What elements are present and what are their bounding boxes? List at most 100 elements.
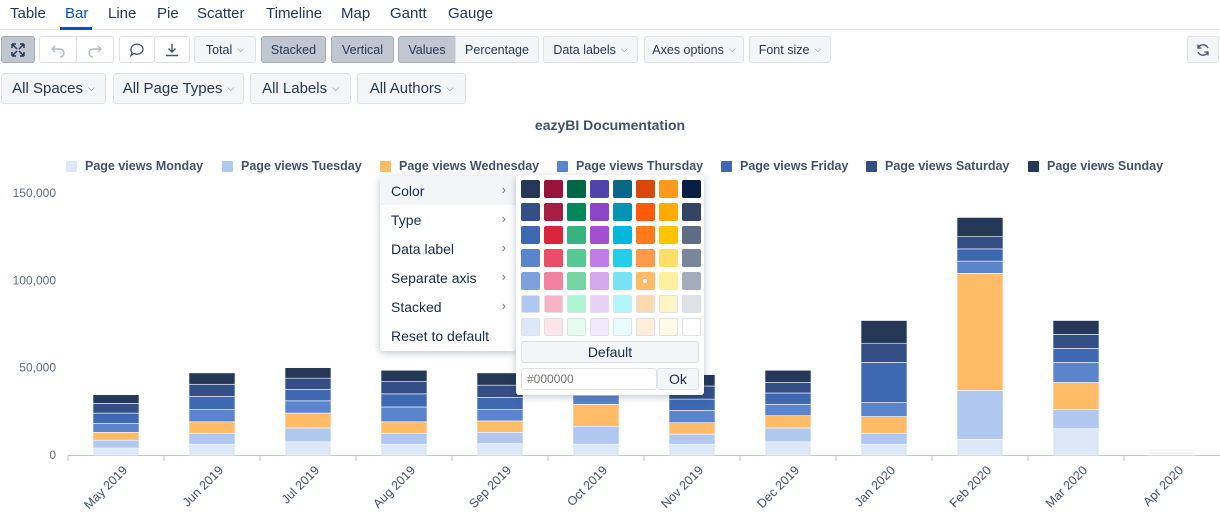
menu-item-data-label[interactable]: Data label › xyxy=(380,234,516,263)
color-swatch[interactable] xyxy=(613,203,632,221)
color-swatch[interactable] xyxy=(659,249,678,267)
comment-button[interactable] xyxy=(119,36,155,63)
bar-segment[interactable] xyxy=(764,404,812,416)
tab-bar[interactable]: Bar xyxy=(65,5,88,22)
menu-item-type[interactable]: Type › xyxy=(380,205,516,234)
color-swatch[interactable] xyxy=(590,249,609,267)
bar-segment[interactable] xyxy=(380,393,428,408)
color-swatch[interactable] xyxy=(544,318,563,336)
legend-item-saturday[interactable]: Page views Saturday xyxy=(866,159,1009,173)
bar-segment[interactable] xyxy=(380,432,428,445)
bar-segment[interactable] xyxy=(764,427,812,443)
undo-button[interactable] xyxy=(39,36,77,63)
bar-segment[interactable] xyxy=(572,404,620,427)
bar-segment[interactable] xyxy=(380,444,428,456)
color-swatch[interactable] xyxy=(682,226,701,244)
color-swatch[interactable] xyxy=(567,272,586,290)
color-swatch[interactable] xyxy=(544,249,563,267)
color-swatch[interactable] xyxy=(544,203,563,221)
bar-segment[interactable] xyxy=(476,431,524,444)
color-swatch[interactable] xyxy=(636,249,655,267)
bar-segment[interactable] xyxy=(764,415,812,429)
color-swatch[interactable] xyxy=(567,180,586,198)
color-swatch[interactable] xyxy=(636,226,655,244)
bar-segment[interactable] xyxy=(956,236,1004,250)
color-swatch[interactable] xyxy=(613,249,632,267)
tab-line[interactable]: Line xyxy=(108,5,136,22)
menu-item-reset-to-default[interactable]: Reset to default xyxy=(380,321,516,350)
color-swatch[interactable] xyxy=(636,180,655,198)
bar-segment[interactable] xyxy=(92,439,140,449)
spaces-filter[interactable]: All Spaces ⌵ xyxy=(1,73,106,104)
bar-segment[interactable] xyxy=(860,342,908,363)
color-swatch[interactable] xyxy=(682,249,701,267)
color-swatch[interactable] xyxy=(544,295,563,313)
bar-segment[interactable] xyxy=(956,390,1004,440)
color-swatch[interactable] xyxy=(613,226,632,244)
menu-item-separate-axis[interactable]: Separate axis › xyxy=(380,263,516,292)
legend-item-monday[interactable]: Page views Monday xyxy=(66,159,203,173)
bar-segment[interactable] xyxy=(188,372,236,385)
bar-segment[interactable] xyxy=(956,260,1004,274)
bar-segment[interactable] xyxy=(92,423,140,433)
bar-segment[interactable] xyxy=(764,369,812,383)
bar-segment[interactable] xyxy=(956,438,1004,456)
legend-item-friday[interactable]: Page views Friday xyxy=(721,159,848,173)
color-swatch[interactable] xyxy=(590,226,609,244)
hex-color-input[interactable] xyxy=(521,368,657,390)
axes-options-dropdown[interactable]: Axes options ⌵ xyxy=(644,36,744,63)
tab-map[interactable]: Map xyxy=(341,5,370,22)
bar-segment[interactable] xyxy=(860,444,908,456)
color-swatch[interactable] xyxy=(521,249,540,267)
color-swatch[interactable] xyxy=(659,203,678,221)
total-dropdown[interactable]: Total ⌵ xyxy=(194,36,256,63)
bar-segment[interactable] xyxy=(380,381,428,395)
color-swatch[interactable] xyxy=(544,226,563,244)
bar-segment[interactable] xyxy=(92,447,140,456)
bar-segment[interactable] xyxy=(860,320,908,344)
bar-segment[interactable] xyxy=(284,389,332,402)
bar-segment[interactable] xyxy=(188,409,236,423)
tab-timeline[interactable]: Timeline xyxy=(266,5,322,22)
tab-pie[interactable]: Pie xyxy=(157,5,179,22)
color-swatch[interactable] xyxy=(590,272,609,290)
font-size-dropdown[interactable]: Font size ⌵ xyxy=(749,36,831,63)
bar-segment[interactable] xyxy=(860,416,908,434)
color-swatch[interactable] xyxy=(613,272,632,290)
bar-segment[interactable] xyxy=(188,444,236,456)
bar-segment[interactable] xyxy=(284,400,332,414)
legend-item-wednesday[interactable]: Page views Wednesday xyxy=(380,159,539,173)
fullscreen-button[interactable] xyxy=(1,36,35,63)
bar-segment[interactable] xyxy=(764,441,812,456)
color-swatch[interactable] xyxy=(636,203,655,221)
bar-segment[interactable] xyxy=(284,427,332,443)
color-swatch[interactable] xyxy=(636,272,655,290)
color-swatch[interactable] xyxy=(544,272,563,290)
bar-segment[interactable] xyxy=(764,382,812,394)
color-swatch[interactable] xyxy=(590,318,609,336)
bar-segment[interactable] xyxy=(476,443,524,456)
bar-segment[interactable] xyxy=(1148,449,1196,452)
color-swatch[interactable] xyxy=(636,318,655,336)
bar-segment[interactable] xyxy=(572,444,620,456)
bar-segment[interactable] xyxy=(476,420,524,433)
bar-segment[interactable] xyxy=(860,362,908,403)
tab-gauge[interactable]: Gauge xyxy=(448,5,493,22)
percentage-toggle[interactable]: Percentage xyxy=(455,36,539,63)
bar-segment[interactable] xyxy=(188,432,236,445)
color-swatch[interactable] xyxy=(659,226,678,244)
bar-segment[interactable] xyxy=(188,421,236,434)
bar-segment[interactable] xyxy=(284,377,332,390)
color-swatch[interactable] xyxy=(567,249,586,267)
bar-segment[interactable] xyxy=(284,412,332,429)
legend-item-sunday[interactable]: Page views Sunday xyxy=(1028,159,1163,173)
bar-segment[interactable] xyxy=(188,383,236,397)
bar-segment[interactable] xyxy=(92,394,140,404)
authors-filter[interactable]: All Authors ⌵ xyxy=(357,73,466,104)
default-color-button[interactable]: Default xyxy=(521,341,699,363)
bar-segment[interactable] xyxy=(188,396,236,410)
bar-segment[interactable] xyxy=(956,273,1004,391)
color-swatch[interactable] xyxy=(567,203,586,221)
color-swatch[interactable] xyxy=(613,318,632,336)
bar-segment[interactable] xyxy=(668,410,716,423)
